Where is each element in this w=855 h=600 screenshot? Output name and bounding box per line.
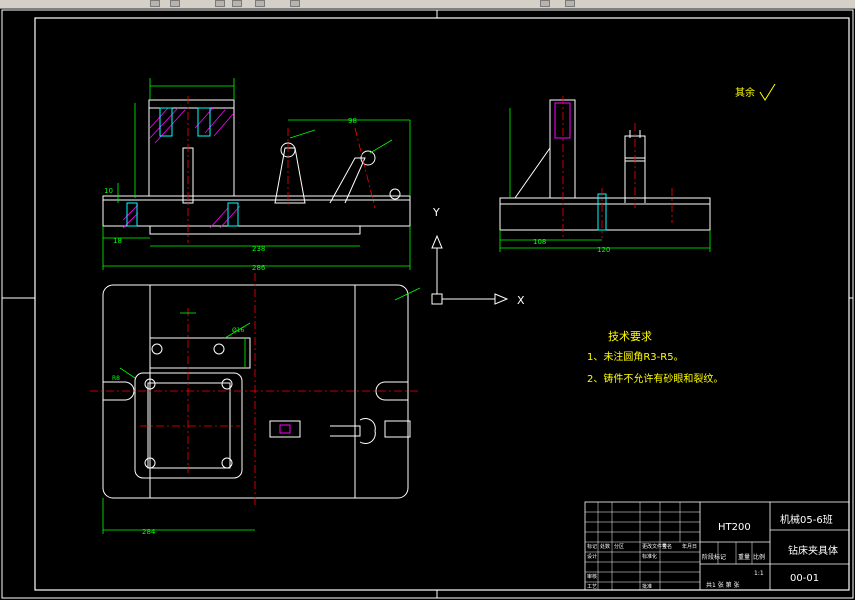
drawing-frame [1, 9, 854, 599]
toolbar-pan-icon[interactable] [255, 0, 265, 7]
front-dim-height: 10 [104, 187, 113, 195]
side-dim-total: 120 [597, 246, 610, 254]
front-view: 238 286 18 98 10 [102, 78, 411, 272]
side-view: 120 108 [499, 96, 711, 254]
side-dim-partial: 108 [533, 238, 546, 246]
title-process-label: 工艺 [587, 584, 597, 590]
title-mark-label: 标记 [587, 543, 597, 550]
title-count-label: 处数 [600, 543, 610, 550]
toolbar-properties-icon[interactable] [565, 0, 575, 7]
title-sheet-info: 共1 张 第 张 [706, 581, 740, 589]
plan-view: 284 Ø16 R8 [90, 273, 421, 536]
title-sign-label: 签名 [662, 543, 672, 550]
title-scale-label: 比例 [753, 553, 765, 561]
front-dim-left: 18 [113, 237, 122, 245]
toolbar-redo-icon[interactable] [232, 0, 242, 7]
title-approve-label: 批准 [642, 583, 652, 590]
title-design-label: 设计 [587, 553, 597, 560]
toolbar-layer-icon[interactable] [540, 0, 550, 7]
title-school: 机械05-6班 [780, 513, 833, 526]
tech-req-item-1: 1、未注圆角R3-R5。 [587, 350, 684, 363]
title-part-name: 钻床夹具体 [788, 544, 838, 557]
ucs-axis-icon [431, 234, 509, 305]
title-material: HT200 [718, 522, 751, 533]
title-scale-value: 1:1 [754, 570, 764, 577]
title-weight-label: 重量 [738, 553, 750, 561]
cad-drawing-canvas[interactable]: 238 286 18 98 10 120 108 284 Ø16 R8 Y X … [0, 8, 855, 600]
title-check-label: 审核 [587, 573, 597, 580]
front-dim-mid: 238 [252, 245, 265, 253]
plan-dim-radius: R8 [112, 375, 120, 382]
toolbar-print-icon[interactable] [170, 0, 180, 7]
plan-dim-hole: Ø16 [232, 327, 245, 334]
ucs-y-label: Y [432, 206, 440, 219]
tech-req-title: 技术要求 [608, 330, 652, 343]
ucs-x-label: X [517, 294, 525, 307]
front-dim-span: 98 [348, 117, 357, 125]
title-drawing-no: 00-01 [790, 573, 819, 584]
toolbar-undo-icon[interactable] [215, 0, 225, 7]
tech-req-item-2: 2、铸件不允许有砂眼和裂纹。 [587, 372, 723, 385]
title-stage-label: 阶段标记 [702, 553, 726, 561]
title-zone-label: 分区 [614, 543, 624, 550]
roughness-symbol [759, 83, 776, 101]
toolbar-save-icon[interactable] [150, 0, 160, 7]
front-dim-total: 286 [252, 264, 266, 272]
plan-dim-width: 284 [142, 528, 156, 536]
title-std-label: 标准化 [642, 553, 657, 560]
toolbar-zoom-icon[interactable] [290, 0, 300, 7]
title-date-label: 年月日 [682, 543, 697, 550]
roughness-note: 其余 [735, 86, 755, 99]
